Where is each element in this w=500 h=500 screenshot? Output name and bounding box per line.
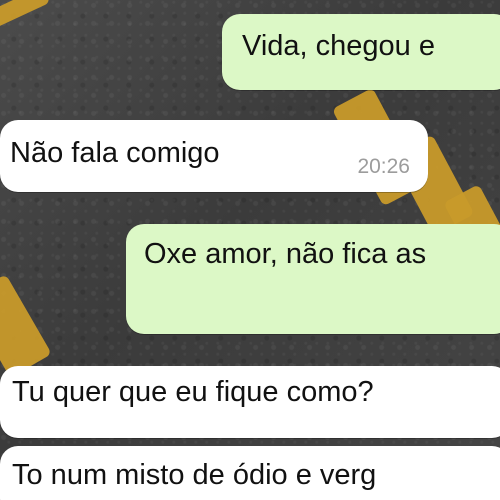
outgoing-message-bubble[interactable]: Oxe amor, não fica as bbox=[126, 224, 500, 334]
incoming-message-bubble[interactable]: Tu quer que eu fique como? bbox=[0, 366, 500, 438]
incoming-message-bubble[interactable]: To num misto de ódio e verg bbox=[0, 446, 500, 500]
background-paint-stripe bbox=[0, 0, 51, 32]
background-paint-stripe bbox=[0, 274, 52, 378]
incoming-message-bubble[interactable]: Não fala comigo 20:26 bbox=[0, 120, 428, 192]
message-timestamp: 20:26 bbox=[357, 154, 410, 178]
chat-background: Vida, chegou e Não fala comigo 20:26 Oxe… bbox=[0, 0, 500, 500]
message-text: Oxe amor, não fica as bbox=[144, 238, 427, 270]
message-text: Não fala comigo bbox=[10, 137, 220, 169]
message-text: To num misto de ódio e verg bbox=[12, 459, 377, 491]
outgoing-message-bubble[interactable]: Vida, chegou e bbox=[222, 14, 500, 90]
message-text: Tu quer que eu fique como? bbox=[12, 376, 374, 408]
message-text: Vida, chegou e bbox=[242, 30, 435, 62]
